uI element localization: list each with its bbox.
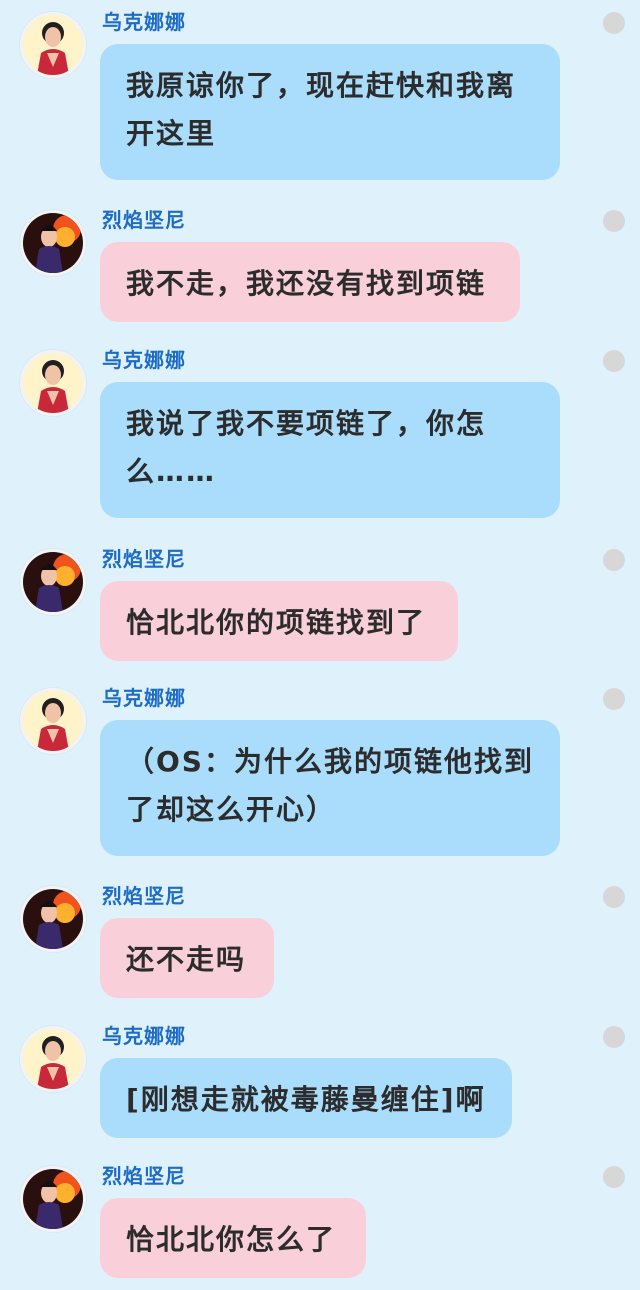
status-dot xyxy=(603,1026,625,1048)
male-avatar-icon[interactable] xyxy=(20,886,86,952)
message-bubble[interactable]: 还不走吗 xyxy=(100,918,274,998)
status-dot xyxy=(603,350,625,372)
sender-name: 乌克娜娜 xyxy=(102,686,186,710)
sender-name: 烈焰坚尼 xyxy=(102,1164,186,1188)
female-avatar-icon[interactable] xyxy=(20,350,86,416)
sender-name: 烈焰坚尼 xyxy=(102,547,186,571)
female-avatar-icon[interactable] xyxy=(20,688,86,754)
chat-list[interactable]: 乌克娜娜 我原谅你了，现在赶快和我离开这里 烈焰坚尼 我不走，我还没有找到项链 xyxy=(0,0,640,1290)
message-bubble[interactable]: 恰北北你的项链找到了 xyxy=(100,581,458,661)
male-avatar-icon[interactable] xyxy=(20,1166,86,1232)
message-bubble[interactable]: （OS：为什么我的项链他找到了却这么开心） xyxy=(100,720,560,856)
status-dot xyxy=(603,12,625,34)
message-bubble[interactable]: 我说了我不要项链了，你怎么…… xyxy=(100,382,560,518)
sender-name: 烈焰坚尼 xyxy=(102,884,186,908)
message-bubble[interactable]: [刚想走就被毒藤曼缠住]啊 xyxy=(100,1058,512,1138)
message-bubble[interactable]: 我不走，我还没有找到项链 xyxy=(100,242,520,322)
male-avatar-icon[interactable] xyxy=(20,210,86,276)
status-dot xyxy=(603,688,625,710)
sender-name: 乌克娜娜 xyxy=(102,348,186,372)
status-dot xyxy=(603,549,625,571)
message-bubble[interactable]: 恰北北你怎么了 xyxy=(100,1198,366,1278)
status-dot xyxy=(603,886,625,908)
message-bubble[interactable]: 我原谅你了，现在赶快和我离开这里 xyxy=(100,44,560,180)
sender-name: 乌克娜娜 xyxy=(102,10,186,34)
status-dot xyxy=(603,210,625,232)
status-dot xyxy=(603,1166,625,1188)
sender-name: 乌克娜娜 xyxy=(102,1024,186,1048)
male-avatar-icon[interactable] xyxy=(20,549,86,615)
female-avatar-icon[interactable] xyxy=(20,1026,86,1092)
female-avatar-icon[interactable] xyxy=(20,12,86,78)
sender-name: 烈焰坚尼 xyxy=(102,208,186,232)
